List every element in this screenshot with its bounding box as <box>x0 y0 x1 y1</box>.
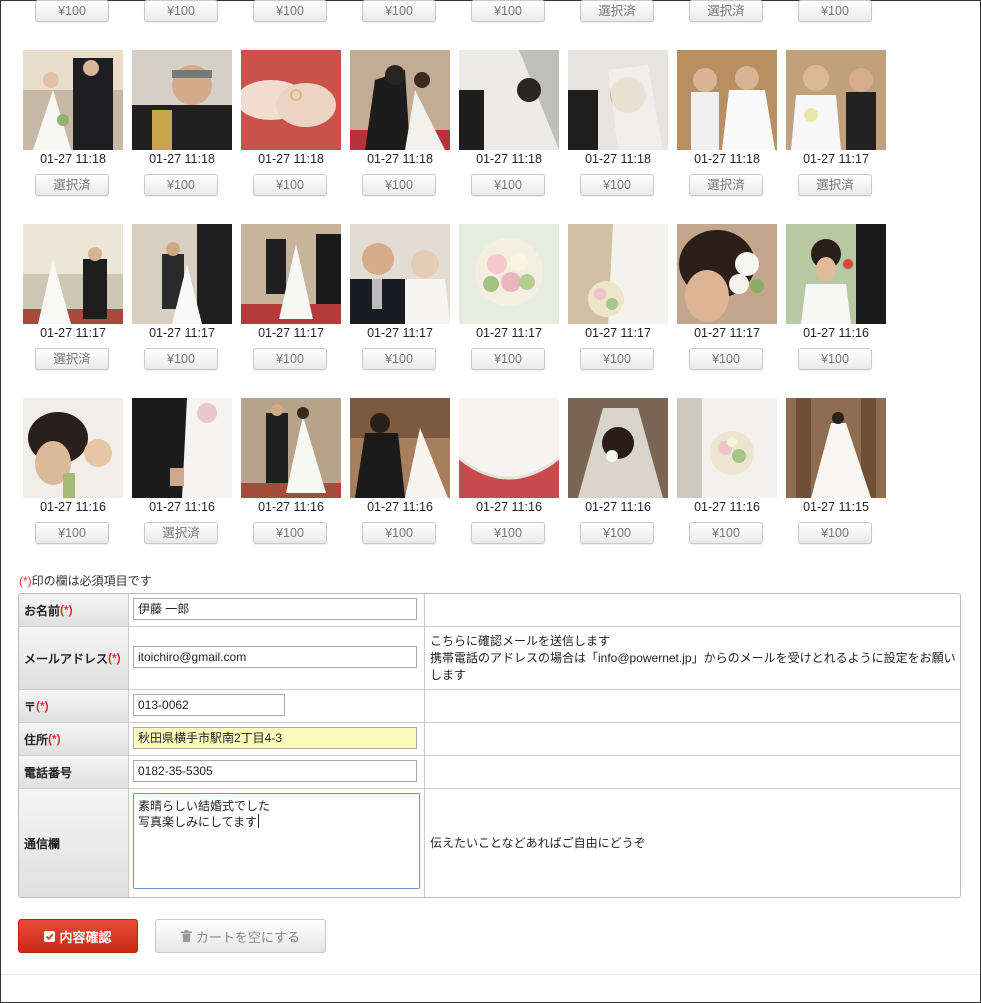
photo-thumbnail[interactable] <box>241 50 341 150</box>
photo-timestamp: 01-27 11:18 <box>476 152 542 166</box>
price-button[interactable]: ¥100 <box>35 522 109 544</box>
photo-timestamp: 01-27 11:16 <box>40 500 106 514</box>
photo-row: 01-27 11:18 選択済 01-27 11:18 ¥100 01-27 1… <box>23 0 903 196</box>
confirm-button[interactable]: 内容確認 <box>18 919 138 953</box>
photo-row: 01-27 11:16 ¥100 01-27 11:16 選択済 01-27 1… <box>23 348 903 544</box>
photo-timestamp: 01-27 11:17 <box>258 326 324 340</box>
address-label: 住所 (*) <box>19 723 129 755</box>
photo-timestamp: 01-27 11:18 <box>585 152 651 166</box>
required-mark: (*) <box>19 574 32 588</box>
photo-thumbnail[interactable] <box>677 224 777 324</box>
photo-thumbnail[interactable] <box>786 398 886 498</box>
form-row-message: 通信欄 素晴らしい結婚式でした 写真楽しみにしてます 伝えたいことなどあればご自由… <box>19 789 960 897</box>
price-button[interactable]: ¥100 <box>362 522 436 544</box>
photo-thumbnail[interactable] <box>350 50 450 150</box>
photo-timestamp: 01-27 11:17 <box>803 152 869 166</box>
photo-thumbnail[interactable] <box>350 398 450 498</box>
form-row-address: 住所 (*) 秋田県横手市駅南2丁目4-3 <box>19 723 960 756</box>
photo-thumbnail[interactable] <box>350 224 450 324</box>
photo-timestamp: 01-27 11:18 <box>40 152 106 166</box>
photo-timestamp: 01-27 11:18 <box>367 152 433 166</box>
photo-thumbnail[interactable] <box>568 398 668 498</box>
price-button[interactable]: ¥100 <box>580 522 654 544</box>
photo-timestamp: 01-27 11:17 <box>694 326 760 340</box>
photo-timestamp: 01-27 11:16 <box>585 500 651 514</box>
name-field[interactable]: 伊藤 一郎 <box>133 598 417 620</box>
photo-thumbnail[interactable] <box>23 224 123 324</box>
photo-thumbnail[interactable] <box>459 398 559 498</box>
price-button[interactable]: 選択済 <box>144 522 218 544</box>
zip-field[interactable]: 013-0062 <box>133 694 285 716</box>
photo-thumbnail[interactable] <box>568 224 668 324</box>
form-row-email: メールアドレス (*) itoichiro@gmail.com こちらに確認メール… <box>19 627 960 690</box>
photo-timestamp: 01-27 11:17 <box>585 326 651 340</box>
photo-timestamp: 01-27 11:15 <box>803 500 869 514</box>
photo-timestamp: 01-27 11:16 <box>476 500 542 514</box>
price-button[interactable]: ¥100 <box>471 522 545 544</box>
photo-thumbnail[interactable] <box>241 224 341 324</box>
photo-timestamp: 01-27 11:17 <box>40 326 106 340</box>
photo-thumbnail[interactable] <box>132 224 232 324</box>
message-label: 通信欄 <box>19 789 129 897</box>
phone-field[interactable]: 0182-35-5305 <box>133 760 417 782</box>
photo-thumbnail[interactable] <box>677 50 777 150</box>
photo-thumbnail[interactable] <box>132 50 232 150</box>
photo-timestamp: 01-27 11:16 <box>803 326 869 340</box>
photo-timestamp: 01-27 11:16 <box>149 500 215 514</box>
photo-thumbnail[interactable] <box>786 224 886 324</box>
photo-timestamp: 01-27 11:17 <box>367 326 433 340</box>
photo-timestamp: 01-27 11:18 <box>694 152 760 166</box>
photo-timestamp: 01-27 11:16 <box>694 500 760 514</box>
required-note: (*)印の欄は必須項目です <box>19 574 152 588</box>
form-row-name: お名前 (*) 伊藤 一郎 <box>19 594 960 627</box>
form-row-zip: 〒 (*) 013-0062 <box>19 690 960 723</box>
email-description: こちらに確認メールを送信します 携帯電話のアドレスの場合は「info@powern… <box>430 633 956 682</box>
order-form: お名前 (*) 伊藤 一郎 メールアドレス (*) itoichiro@gmail.… <box>18 593 961 898</box>
photo-timestamp: 01-27 11:16 <box>258 500 324 514</box>
price-button[interactable]: ¥100 <box>689 522 763 544</box>
photo-thumbnail[interactable] <box>23 398 123 498</box>
footer-divider <box>1 974 979 975</box>
photo-thumbnail[interactable] <box>23 50 123 150</box>
photo-row: 01-27 11:17 選択済 01-27 11:17 ¥100 01-27 1… <box>23 174 903 370</box>
photo-thumbnail[interactable] <box>786 50 886 150</box>
form-row-phone: 電話番号 0182-35-5305 <box>19 756 960 789</box>
photo-timestamp: 01-27 11:16 <box>367 500 433 514</box>
photo-thumbnail[interactable] <box>459 50 559 150</box>
email-field[interactable]: itoichiro@gmail.com <box>133 646 417 668</box>
photo-timestamp: 01-27 11:18 <box>258 152 324 166</box>
message-description: 伝えたいことなどあればご自由にどうぞ <box>430 835 646 850</box>
photo-timestamp: 01-27 11:17 <box>149 326 215 340</box>
zip-label: 〒 (*) <box>19 690 129 722</box>
photo-thumbnail[interactable] <box>459 224 559 324</box>
phone-label: 電話番号 <box>19 756 129 788</box>
message-textarea[interactable]: 素晴らしい結婚式でした 写真楽しみにしてます <box>133 793 420 889</box>
photo-thumbnail[interactable] <box>132 398 232 498</box>
trash-icon <box>180 930 192 942</box>
photo-timestamp: 01-27 11:18 <box>149 152 215 166</box>
address-field[interactable]: 秋田県横手市駅南2丁目4-3 <box>133 727 417 749</box>
price-button[interactable]: ¥100 <box>253 522 327 544</box>
clear-cart-button[interactable]: カートを空にする <box>155 919 326 953</box>
photo-thumbnail[interactable] <box>568 50 668 150</box>
photo-thumbnail[interactable] <box>677 398 777 498</box>
price-button[interactable]: ¥100 <box>798 522 872 544</box>
photo-thumbnail[interactable] <box>241 398 341 498</box>
name-label: お名前 (*) <box>19 594 129 626</box>
email-label: メールアドレス (*) <box>19 627 129 689</box>
checkbox-check-icon <box>44 930 56 942</box>
photo-timestamp: 01-27 11:17 <box>476 326 542 340</box>
